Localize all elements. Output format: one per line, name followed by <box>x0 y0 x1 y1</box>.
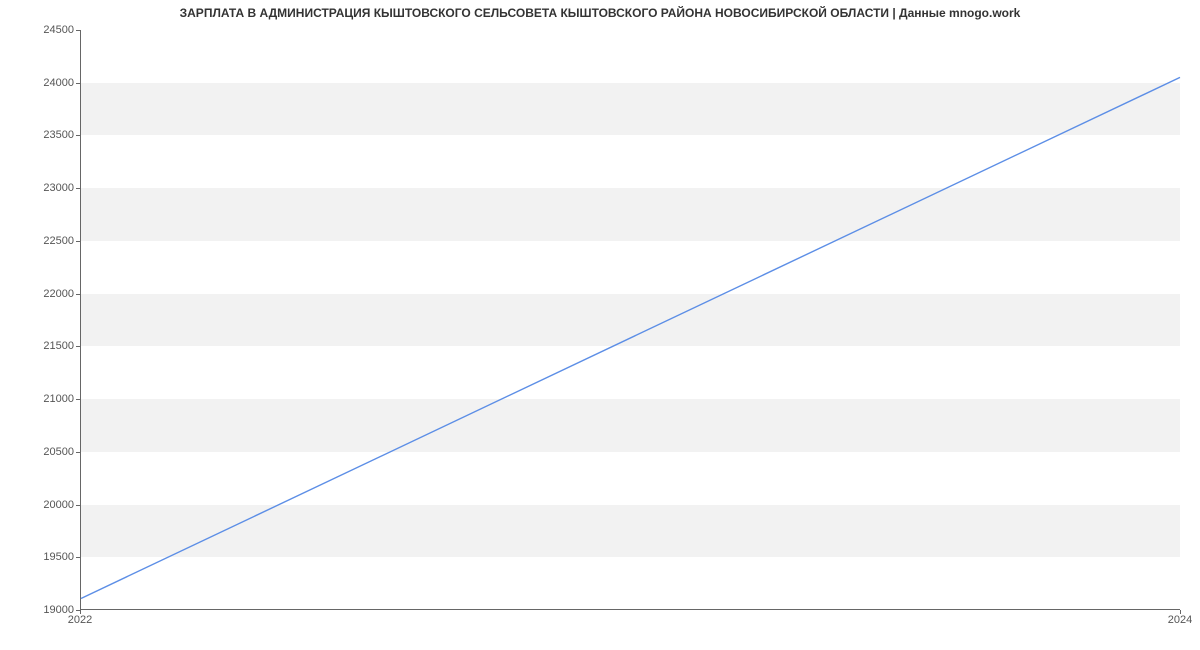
y-tick-mark <box>76 557 80 558</box>
y-tick-mark <box>76 83 80 84</box>
y-tick-mark <box>76 452 80 453</box>
y-tick-label: 24500 <box>14 24 74 36</box>
y-tick-mark <box>76 294 80 295</box>
y-tick-label: 21500 <box>14 340 74 352</box>
x-tick-label: 2024 <box>1168 614 1192 626</box>
y-tick-label: 20000 <box>14 499 74 511</box>
y-tick-mark <box>76 30 80 31</box>
chart-container: ЗАРПЛАТА В АДМИНИСТРАЦИЯ КЫШТОВСКОГО СЕЛ… <box>0 0 1200 650</box>
y-tick-mark <box>76 399 80 400</box>
y-tick-mark <box>76 135 80 136</box>
data-line <box>81 77 1180 598</box>
chart-title: ЗАРПЛАТА В АДМИНИСТРАЦИЯ КЫШТОВСКОГО СЕЛ… <box>0 6 1200 20</box>
y-tick-label: 22500 <box>14 235 74 247</box>
y-tick-label: 19000 <box>14 604 74 616</box>
x-tick-mark <box>80 610 81 614</box>
y-tick-label: 23500 <box>14 129 74 141</box>
y-tick-mark <box>76 505 80 506</box>
y-tick-label: 20500 <box>14 446 74 458</box>
y-tick-mark <box>76 346 80 347</box>
y-tick-label: 19500 <box>14 551 74 563</box>
y-tick-label: 24000 <box>14 77 74 89</box>
x-tick-mark <box>1180 610 1181 614</box>
y-tick-label: 22000 <box>14 288 74 300</box>
line-layer <box>81 30 1180 609</box>
x-tick-label: 2022 <box>68 614 92 626</box>
y-tick-label: 23000 <box>14 182 74 194</box>
y-tick-label: 21000 <box>14 393 74 405</box>
y-tick-mark <box>76 188 80 189</box>
y-tick-mark <box>76 241 80 242</box>
plot-area <box>80 30 1180 610</box>
